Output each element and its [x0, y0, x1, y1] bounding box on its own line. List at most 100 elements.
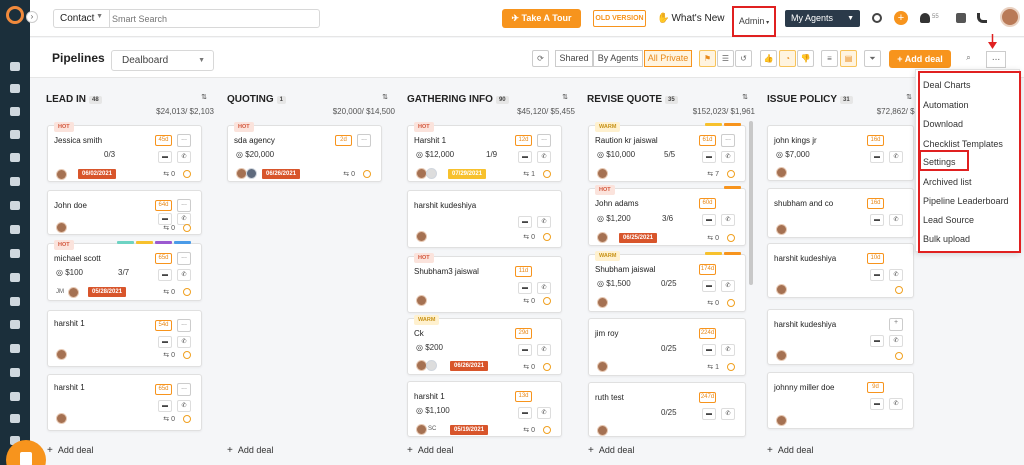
call-icon[interactable]: ✆	[721, 408, 735, 420]
message-icon[interactable]: ▬	[870, 269, 884, 281]
message-icon[interactable]: ▬	[518, 216, 532, 228]
call-icon[interactable]: ✆	[889, 269, 903, 281]
deal-card[interactable]: HOT Shubham3 jaiswal 11d ▬ ✆ ⇆ 0	[407, 253, 562, 313]
add-deal-link[interactable]: + Add deal	[588, 445, 634, 456]
thumbs-up-button[interactable]: 👍	[760, 50, 777, 67]
filter-icon[interactable]	[10, 201, 20, 210]
deal-card[interactable]: harshit 1 13d ▬ ✆ ◎ $1,100 SC 05/19/2021…	[407, 381, 562, 437]
phone-icon[interactable]	[977, 13, 987, 23]
deal-card[interactable]: harshit kudeshiya ▬ ✆ ⇆ 0	[407, 190, 562, 248]
search-context-select[interactable]: Contact ▼	[54, 10, 110, 27]
mail-icon[interactable]	[10, 297, 20, 306]
add-deal-button[interactable]: + Add deal	[889, 50, 951, 68]
whats-new-link[interactable]: ✋ What's New	[657, 13, 725, 24]
call-icon[interactable]: ✆	[177, 400, 191, 412]
chart-icon[interactable]	[10, 273, 20, 282]
deal-card[interactable]: John doe 64d ... ▬ ✆ ⇆ 0	[47, 190, 202, 235]
card-more-button[interactable]: ...	[537, 134, 551, 147]
list-view-button[interactable]: ≡	[821, 50, 838, 67]
call-icon[interactable]: ✆	[177, 213, 191, 225]
document-icon[interactable]	[10, 177, 20, 186]
deal-card[interactable]: harshit kudeshiya + ▬ ✆	[767, 309, 914, 365]
list-icon[interactable]	[10, 153, 20, 162]
call-icon[interactable]: ✆	[889, 398, 903, 410]
message-icon[interactable]: ▬	[158, 269, 172, 281]
logout-icon[interactable]	[956, 13, 966, 23]
call-icon[interactable]: ✆	[537, 407, 551, 419]
filter-by-agents[interactable]: By Agents	[593, 50, 643, 67]
agents-select[interactable]: My Agents ▼	[785, 10, 860, 27]
call-icon[interactable]: ✆	[177, 269, 191, 281]
column-scrollbar[interactable]	[749, 121, 753, 285]
refresh-icon[interactable]	[872, 13, 882, 23]
call-icon[interactable]: ✆	[721, 280, 735, 292]
bell-icon[interactable]	[920, 13, 930, 23]
message-icon[interactable]: ▬	[870, 214, 884, 226]
card-more-button[interactable]: ...	[177, 383, 191, 396]
menu-item-deal-charts[interactable]: Deal Charts	[923, 80, 971, 90]
message-icon[interactable]: ▬	[518, 407, 532, 419]
menu-item-checklist-templates[interactable]: Checklist Templates	[923, 139, 1003, 149]
call-icon[interactable]: ✆	[889, 335, 903, 347]
card-more-button[interactable]: ...	[357, 134, 371, 147]
deal-card[interactable]: WARM Shubham jaiswal 174d ▬ ✆ ◎ $1,500 0…	[588, 251, 746, 312]
sort-icon[interactable]: ⇅	[382, 93, 388, 101]
deal-card[interactable]: harshit kudeshiya 10d ▬ ✆	[767, 243, 914, 298]
user-avatar[interactable]	[1000, 7, 1020, 27]
board-view-button[interactable]: ▤	[840, 50, 857, 67]
menu-item-pipeline-leaderboard[interactable]: Pipeline Leaderboard	[923, 196, 1009, 206]
message-icon[interactable]: ▬	[158, 336, 172, 348]
message-icon[interactable]: ▬	[518, 344, 532, 356]
smart-search-input[interactable]	[112, 11, 317, 26]
menu-item-automation[interactable]: Automation	[923, 100, 969, 110]
thumbs-down-button[interactable]: 👎	[797, 50, 814, 67]
calendar-icon[interactable]	[10, 344, 20, 353]
pin-filter-button[interactable]: ⚑	[699, 50, 716, 67]
add-deal-link[interactable]: + Add deal	[47, 445, 93, 456]
card-more-button[interactable]: ...	[177, 319, 191, 332]
deal-card[interactable]: jim roy 224d ▬ ✆ 0/25 ⇆ 1	[588, 318, 746, 376]
message-icon[interactable]: ▬	[870, 335, 884, 347]
refresh-pipeline-button[interactable]: ⟳	[532, 50, 549, 67]
sidebar-expand-button[interactable]: ›	[26, 11, 38, 23]
deal-card[interactable]: HOT sda agency 2d ... ◎ $20,000 06/26/20…	[227, 122, 382, 182]
deal-card[interactable]: harshit 1 54d ... ▬ ✆ ⇆ 0	[47, 310, 202, 367]
deal-card[interactable]: HOT Harshit 1 12d ... ▬ ✆ ◎ $12,000 1/9 …	[407, 122, 562, 182]
message-icon[interactable]: ▬	[158, 151, 172, 163]
pipeline-select[interactable]: Dealboard ▼	[111, 50, 214, 71]
deal-card[interactable]: johnny miller doe 9d ▬ ✆	[767, 372, 914, 429]
deal-card[interactable]: HOT John adams 60d ▬ ✆ ◎ $1,200 3/6 06/2…	[588, 185, 746, 246]
call-icon[interactable]: ✆	[721, 344, 735, 356]
quick-add-button[interactable]: +	[894, 11, 908, 25]
call-icon[interactable]: ✆	[537, 344, 551, 356]
menu-item-lead-source[interactable]: Lead Source	[923, 215, 974, 225]
call-icon[interactable]: ✆	[537, 151, 551, 163]
deal-card[interactable]: WARM Ck 29d ▬ ✆ ◎ $200 06/26/2021 ⇆ 0	[407, 315, 562, 375]
add-deal-link[interactable]: + Add deal	[227, 445, 273, 456]
doc-list-icon[interactable]	[10, 249, 20, 258]
report-icon[interactable]	[10, 414, 20, 423]
admin-menu-button[interactable]: Admin ▾	[732, 6, 776, 37]
deal-card[interactable]: harshit 1 65d ... ▬ ✆ ⇆ 0	[47, 374, 202, 431]
message-icon[interactable]: ▬	[702, 214, 716, 226]
menu-item-download[interactable]: Download	[923, 119, 963, 129]
filter-all-private[interactable]: All Private	[644, 50, 692, 67]
megaphone-icon[interactable]	[10, 225, 20, 234]
more-options-button[interactable]: ...	[986, 51, 1006, 68]
sort-icon[interactable]: ⇅	[742, 93, 748, 101]
deal-card[interactable]: john kings jr 16d ▬ ✆ ◎ $7,000	[767, 125, 914, 181]
deal-card[interactable]: WARM Raution kr jaiswal 61d ... ▬ ✆ ◎ $1…	[588, 122, 746, 182]
card-more-button[interactable]: ...	[721, 134, 735, 147]
call-icon[interactable]: ✆	[889, 151, 903, 163]
deal-card[interactable]: shubham and co 16d ▬ ✆	[767, 188, 914, 238]
message-icon[interactable]: ▬	[518, 151, 532, 163]
message-icon[interactable]: ▬	[158, 400, 172, 412]
list-filter-button[interactable]: ☰	[717, 50, 734, 67]
card-more-button[interactable]: +	[889, 318, 903, 331]
contacts-icon[interactable]	[10, 84, 20, 93]
dashboard-icon[interactable]	[10, 62, 20, 71]
message-icon[interactable]: ▬	[702, 280, 716, 292]
old-version-button[interactable]: OLD VERSION	[593, 10, 646, 27]
inbox-icon[interactable]	[10, 368, 20, 377]
menu-item-settings[interactable]: Settings	[923, 157, 956, 167]
